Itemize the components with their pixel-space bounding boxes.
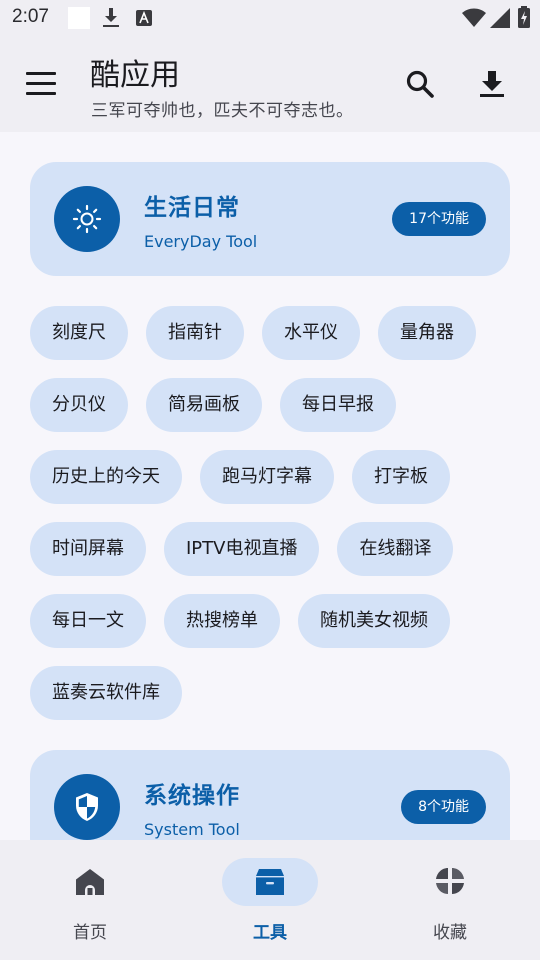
chip-row: 每日一文 热搜榜单 随机美女视频 <box>30 594 510 648</box>
nav-indicator <box>42 858 138 906</box>
wifi-icon <box>462 8 486 32</box>
app-subtitle: 三军可夺帅也，匹夫不可夺志也。 <box>91 101 354 121</box>
tool-chip-translate[interactable]: 在线翻译 <box>337 522 454 576</box>
app-title: 酷应用 <box>90 58 180 93</box>
chip-row: 分贝仪 简易画板 每日早报 <box>30 378 510 432</box>
nav-item-home[interactable]: 首页 <box>0 840 180 960</box>
tool-chip-decibel-meter[interactable]: 分贝仪 <box>30 378 128 432</box>
status-bar: 2:07 <box>0 0 540 36</box>
bottom-navigation: 首页 工具 收藏 <box>0 840 540 960</box>
tools-content[interactable]: 生活日常 EveryDay Tool 17个功能 刻度尺 指南针 水平仪 量角器… <box>0 132 540 840</box>
category-card-everyday[interactable]: 生活日常 EveryDay Tool 17个功能 <box>30 162 510 276</box>
tool-chip-daily-article[interactable]: 每日一文 <box>30 594 146 648</box>
search-icon <box>406 70 434 98</box>
search-button[interactable] <box>400 64 440 104</box>
nav-indicator-active <box>222 858 318 906</box>
chip-row: 蓝奏云软件库 <box>30 666 510 720</box>
notification-square-icon <box>68 7 90 33</box>
category-icon-container <box>54 774 120 840</box>
home-icon <box>76 869 104 895</box>
tool-chip-random-video[interactable]: 随机美女视频 <box>298 594 450 648</box>
tool-chip-protractor[interactable]: 量角器 <box>378 306 476 360</box>
nav-item-tools[interactable]: 工具 <box>180 840 360 960</box>
menu-icon[interactable] <box>26 72 58 96</box>
chip-row: 历史上的今天 跑马灯字幕 打字板 <box>30 450 510 504</box>
tool-chip-level[interactable]: 水平仪 <box>262 306 360 360</box>
sun-icon <box>72 204 102 234</box>
tool-chip-trending[interactable]: 热搜榜单 <box>164 594 280 648</box>
nav-label: 收藏 <box>433 923 467 943</box>
tool-chip-sketchpad[interactable]: 简易画板 <box>146 378 262 432</box>
category-subtitle: EveryDay Tool <box>144 232 258 251</box>
tool-chip-iptv[interactable]: IPTV电视直播 <box>164 522 320 576</box>
chip-row: 刻度尺 指南针 水平仪 量角器 <box>30 306 510 360</box>
download-icon <box>480 71 504 97</box>
battery-icon <box>518 6 530 32</box>
signal-icon <box>490 8 510 32</box>
category-title: 系统操作 <box>144 783 240 809</box>
nav-label: 首页 <box>73 923 107 943</box>
category-icon-container <box>54 186 120 252</box>
tool-chip-lanzou-library[interactable]: 蓝奏云软件库 <box>30 666 182 720</box>
favorites-icon <box>436 868 464 894</box>
status-time: 2:07 <box>12 6 49 27</box>
app-notification-icon <box>136 10 152 30</box>
tool-chip-marquee[interactable]: 跑马灯字幕 <box>200 450 334 504</box>
feature-count-badge: 17个功能 <box>392 202 486 236</box>
nav-label: 工具 <box>253 923 287 943</box>
tool-chip-daily-news[interactable]: 每日早报 <box>280 378 396 432</box>
download-notification-icon <box>102 8 120 32</box>
category-subtitle: System Tool <box>144 820 240 839</box>
toolbox-icon <box>256 869 284 895</box>
top-app-bar: 酷应用 三军可夺帅也，匹夫不可夺志也。 <box>0 36 540 132</box>
chip-row: 时间屏幕 IPTV电视直播 在线翻译 <box>30 522 510 576</box>
shield-icon <box>76 793 98 821</box>
everyday-tool-chips: 刻度尺 指南针 水平仪 量角器 分贝仪 简易画板 每日早报 历史上的今天 跑马灯… <box>30 306 510 738</box>
category-card-system[interactable]: 系统操作 System Tool 8个功能 <box>30 750 510 840</box>
tool-chip-ruler[interactable]: 刻度尺 <box>30 306 128 360</box>
nav-item-favorites[interactable]: 收藏 <box>360 840 540 960</box>
category-title: 生活日常 <box>144 195 240 221</box>
download-button[interactable] <box>472 64 512 104</box>
tool-chip-compass[interactable]: 指南针 <box>146 306 244 360</box>
nav-indicator <box>402 858 498 906</box>
tool-chip-history-today[interactable]: 历史上的今天 <box>30 450 182 504</box>
feature-count-badge: 8个功能 <box>401 790 486 824</box>
tool-chip-time-screen[interactable]: 时间屏幕 <box>30 522 146 576</box>
tool-chip-typing-board[interactable]: 打字板 <box>352 450 450 504</box>
